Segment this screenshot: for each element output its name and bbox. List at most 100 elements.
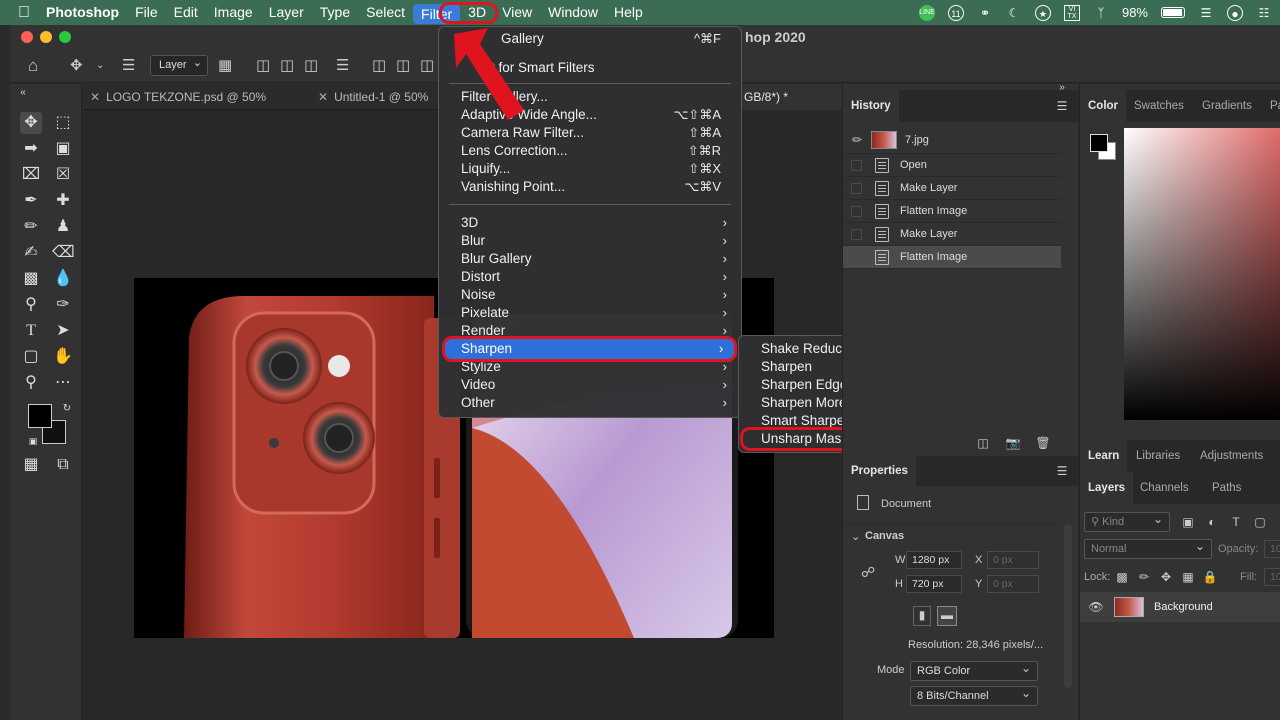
- color-mode-select[interactable]: RGB Color: [910, 659, 1038, 681]
- more-tools-icon[interactable]: ⋯: [52, 372, 74, 394]
- collapse-panels-icon[interactable]: »: [1054, 80, 1070, 96]
- menu-image[interactable]: Image: [206, 0, 261, 25]
- align-right-icon[interactable]: ◫: [304, 56, 318, 74]
- default-colors-icon[interactable]: ▣: [22, 430, 44, 452]
- brush-tool[interactable]: ✏: [20, 216, 42, 238]
- align-left-icon[interactable]: ◫: [256, 56, 270, 74]
- zoom-tool[interactable]: ⚲: [20, 372, 42, 394]
- tab-history[interactable]: History: [843, 90, 899, 122]
- history-state[interactable]: Open: [843, 154, 1061, 177]
- moon-icon[interactable]: ☾: [1006, 5, 1022, 21]
- tab-channels[interactable]: Channels: [1132, 472, 1197, 504]
- menu-item-lens-correction[interactable]: Lens Correction...: [461, 142, 568, 160]
- object-select-tool[interactable]: ▣: [52, 138, 74, 160]
- link-dimensions-icon[interactable]: ☍: [861, 564, 875, 581]
- blend-mode-select[interactable]: Normal: [1084, 537, 1212, 559]
- tab-logo-tekzone[interactable]: ✕LOGO TEKZONE.psd @ 50% (Logo...: [84, 84, 310, 130]
- user-icon[interactable]: ●: [1227, 4, 1243, 21]
- panel-scrollbar[interactable]: [1064, 524, 1072, 688]
- lock-paint-icon[interactable]: ✏: [1136, 569, 1152, 585]
- input-method-icon[interactable]: VI TX: [1063, 4, 1080, 21]
- lock-all-icon[interactable]: 🔒: [1202, 569, 1218, 585]
- minimize-window-button[interactable]: [40, 31, 52, 43]
- align-middle-icon[interactable]: ◫: [396, 56, 410, 74]
- filter-shape-icon[interactable]: ▢: [1252, 514, 1268, 530]
- opacity-field[interactable]: 100: [1264, 540, 1280, 558]
- move-tool-icon[interactable]: ✥: [70, 56, 83, 74]
- menu-item-noise[interactable]: Noise: [461, 286, 496, 304]
- lock-position-icon[interactable]: ✥: [1158, 569, 1174, 585]
- close-tab-icon[interactable]: ✕: [318, 90, 328, 104]
- menu-item-sharpen-more[interactable]: Sharpen More: [761, 394, 847, 412]
- menu-item-blur[interactable]: Blur: [461, 232, 485, 250]
- menu-item-liquify[interactable]: Liquify...: [461, 160, 510, 178]
- filter-pixel-icon[interactable]: ▣: [1180, 514, 1196, 530]
- menu-window[interactable]: Window: [540, 0, 606, 25]
- history-state[interactable]: Make Layer: [843, 223, 1061, 246]
- menu-item-video[interactable]: Video: [461, 376, 495, 394]
- close-window-button[interactable]: [21, 31, 33, 43]
- tab-untitled-1[interactable]: ✕ Untitled-1 @ 50%: [312, 84, 440, 110]
- dodge-tool[interactable]: ⚲: [20, 294, 42, 316]
- tab-color[interactable]: Color: [1080, 90, 1127, 122]
- hand-tool[interactable]: ✋: [52, 346, 74, 368]
- align-top-icon[interactable]: ◫: [372, 56, 386, 74]
- quick-mask-icon[interactable]: ▦: [20, 454, 42, 476]
- healing-tool[interactable]: ✚: [52, 190, 74, 212]
- layer-row-background[interactable]: 👁 Background: [1080, 592, 1280, 622]
- history-state[interactable]: Flatten Image: [843, 200, 1061, 223]
- menu-item-pixelate[interactable]: Pixelate: [461, 304, 509, 322]
- history-checkbox[interactable]: [851, 183, 862, 194]
- history-snapshot[interactable]: ✏ 7.jpg: [843, 126, 1061, 154]
- panel-menu-icon[interactable]: ☰: [1054, 98, 1070, 114]
- menu-select[interactable]: Select: [358, 0, 413, 25]
- fill-field[interactable]: 100: [1264, 568, 1280, 586]
- eye-icon[interactable]: 👁: [1088, 599, 1104, 615]
- history-brush-tool[interactable]: ✍: [20, 242, 42, 264]
- menu-help[interactable]: Help: [606, 0, 651, 25]
- chevron-down-icon[interactable]: ⌄: [96, 60, 104, 71]
- lasso-tool[interactable]: ➡: [20, 138, 42, 160]
- marquee-tool[interactable]: ⬚: [52, 112, 74, 134]
- foreground-color-chip[interactable]: [1090, 134, 1108, 152]
- zoom-window-button[interactable]: [59, 31, 71, 43]
- filter-type-icon[interactable]: T: [1228, 514, 1244, 530]
- height-field[interactable]: 720 px: [906, 575, 962, 593]
- tab-layers[interactable]: Layers: [1080, 472, 1134, 504]
- home-icon[interactable]: ⌂: [28, 56, 38, 76]
- menu-item-3d[interactable]: 3D: [461, 214, 478, 232]
- gradient-tool[interactable]: ▩: [20, 268, 42, 290]
- menu-item-vanishing-point[interactable]: Vanishing Point...: [461, 178, 565, 196]
- transform-controls-icon[interactable]: ▦: [218, 56, 232, 74]
- eyedropper-tool[interactable]: ✒: [20, 190, 42, 212]
- history-checkbox[interactable]: [851, 252, 862, 263]
- tab-gradients[interactable]: Gradients: [1194, 90, 1260, 122]
- notification-badge-icon[interactable]: 11: [947, 4, 964, 21]
- create-snapshot-icon[interactable]: 📷: [1005, 435, 1021, 451]
- crop-tool[interactable]: ⌧: [20, 164, 42, 186]
- chevron-down-icon[interactable]: ⌄: [851, 530, 860, 543]
- menu-item-sharpen-edges[interactable]: Sharpen Edges: [761, 376, 854, 394]
- bluetooth-icon[interactable]: ᛉ: [1093, 5, 1109, 21]
- foreground-color-swatch[interactable]: [28, 404, 52, 428]
- align-center-icon[interactable]: ◫: [280, 56, 294, 74]
- distribute-icon[interactable]: ☰: [336, 56, 349, 74]
- menu-item-other[interactable]: Other: [461, 394, 495, 412]
- x-field[interactable]: 0 px: [987, 551, 1039, 569]
- filter-adjustment-icon[interactable]: ◐: [1204, 514, 1220, 530]
- menu-item-camera-raw[interactable]: Camera Raw Filter...: [461, 124, 584, 142]
- history-brush-source-icon[interactable]: ✏: [849, 132, 865, 148]
- y-field[interactable]: 0 px: [987, 575, 1039, 593]
- lock-pixels-icon[interactable]: ▩: [1114, 569, 1130, 585]
- layer-kind-filter[interactable]: ⚲ Kind: [1084, 510, 1170, 532]
- align-bottom-icon[interactable]: ◫: [420, 56, 434, 74]
- history-checkbox[interactable]: [851, 206, 862, 217]
- tab-adjustments[interactable]: Adjustments: [1192, 440, 1271, 472]
- bit-depth-select[interactable]: 8 Bits/Channel: [910, 684, 1038, 706]
- width-field[interactable]: 1280 px: [906, 551, 962, 569]
- tab-paths[interactable]: Paths: [1204, 472, 1249, 504]
- pen-tool[interactable]: ✑: [52, 294, 74, 316]
- auto-select-icon[interactable]: ☰: [122, 56, 135, 74]
- collapse-icon[interactable]: «: [12, 82, 34, 104]
- menu-layer[interactable]: Layer: [261, 0, 312, 25]
